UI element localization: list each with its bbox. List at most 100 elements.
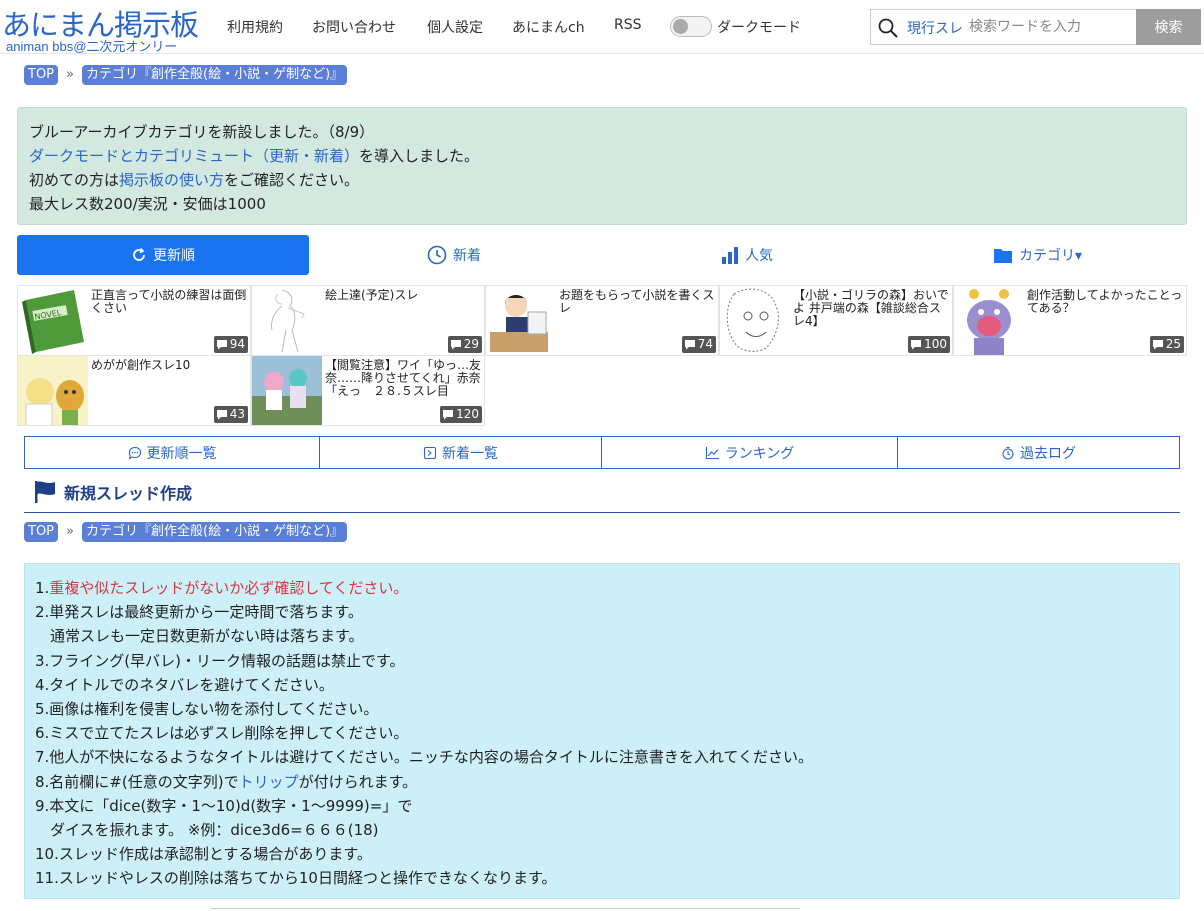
thread-card[interactable]: めがが創作スレ10 43 — [17, 355, 251, 426]
count-value: 43 — [229, 407, 245, 421]
trip-link[interactable]: トリップ — [239, 773, 299, 791]
rule-item: 9.本文に「dice(数字・1～10)d(数字・1～9999)=」で — [35, 796, 413, 815]
rule-item: 4.タイトルでのネタバレを避けてください。 — [35, 675, 334, 694]
thread-card[interactable]: 絵上達(予定)スレ 29 — [251, 285, 485, 356]
nav-ranking[interactable]: ランキング — [602, 437, 898, 468]
rule-warning: 重複や似たスレッドがないか必ず確認してください。 — [49, 579, 409, 597]
clock-icon — [427, 245, 447, 265]
trend-icon — [705, 446, 719, 459]
response-count: 94 — [213, 336, 248, 353]
notice-text: を導入しました。 — [359, 147, 480, 165]
nav-archive[interactable]: 過去ログ — [898, 437, 1179, 468]
nav-label: 過去ログ — [1020, 445, 1076, 462]
folder-icon — [994, 248, 1012, 263]
search-icon — [878, 18, 898, 38]
search-scope-select[interactable]: 現行スレ — [907, 18, 963, 38]
announcement-box: ブルーアーカイブカテゴリを新設しました。（8/9） ダークモードとカテゴリミュー… — [17, 107, 1187, 225]
nav-label: 更新順一覧 — [146, 445, 217, 462]
breadcrumb: TOP » カテゴリ『創作全般(絵・小説・ゲ制など)』 — [24, 65, 348, 85]
breadcrumb-category[interactable]: カテゴリ『創作全般(絵・小説・ゲ制など)』 — [82, 65, 348, 85]
thread-thumbnail — [954, 286, 1024, 355]
thread-title: めがが創作スレ10 — [91, 359, 191, 372]
rule-item: 6.ミスで立てたスレは必ずスレ削除を押してください。 — [35, 724, 409, 743]
rule-item: 1.重複や似たスレッドがないか必ず確認してください。 — [35, 576, 1169, 600]
toggle-knob — [673, 19, 688, 34]
tab-popular[interactable]: 人気 — [601, 235, 893, 275]
nav-label: 新着一覧 — [442, 445, 498, 462]
thread-card[interactable]: 創作活動してよかったことってある？ 25 — [953, 285, 1187, 356]
dark-mode-toggle[interactable] — [670, 16, 712, 37]
rule-item: 2.単発スレは最終更新から一定時間で落ちます。 — [35, 603, 363, 622]
refresh-icon — [133, 247, 145, 261]
search-button[interactable]: 検索 — [1136, 9, 1201, 45]
breadcrumb-category[interactable]: カテゴリ『創作全般(絵・小説・ゲ制など)』 — [82, 522, 348, 542]
response-count: 120 — [440, 406, 482, 423]
breadcrumb-top[interactable]: TOP — [24, 65, 59, 85]
tab-label: カテゴリ▾ — [1019, 248, 1083, 264]
chat-icon — [128, 446, 141, 460]
count-value: 120 — [456, 407, 479, 421]
nav-rss[interactable]: RSS — [614, 17, 642, 33]
tab-new[interactable]: 新着 — [309, 235, 601, 275]
rule-number: 1. — [35, 579, 50, 597]
site-logo[interactable]: あにまん掲示板 animan bbs@二次元オンリー — [2, 2, 207, 54]
count-value: 29 — [463, 337, 479, 351]
response-count: 29 — [447, 336, 482, 353]
notice-line: 初めての方は掲示板の使い方をご確認ください。 — [29, 168, 1175, 192]
thread-card[interactable]: お題をもらって小説を書くスレ 74 — [485, 285, 719, 356]
dark-mode-notice-link[interactable]: ダークモードとカテゴリミュート（更新・新着） — [29, 147, 359, 165]
response-count: 25 — [1149, 336, 1184, 353]
thread-title: 【閲覧注意】ワイ「ゆっ…友奈……降りさせてくれ」赤奈「えっ ２８.５スレ目 — [325, 359, 481, 398]
comment-icon — [443, 410, 454, 420]
response-count: 100 — [908, 336, 950, 353]
rule-item: 7.他人が不快になるようなタイトルは避けてください。ニッチな内容の場合タイトルに… — [35, 748, 813, 767]
rule-item: 5.画像は権利を侵害しない物を添付してください。 — [35, 699, 379, 718]
timer-icon — [1002, 446, 1014, 460]
rule-item: 11.スレッドやレスの削除は落ちてから10日間経つと操作できなくなります。 — [35, 869, 557, 888]
nav-settings[interactable]: 個人設定 — [427, 17, 483, 37]
nav-update-list[interactable]: 更新順一覧 — [25, 437, 320, 468]
comment-icon — [684, 340, 695, 350]
nav-animanch[interactable]: あにまんch — [512, 17, 585, 37]
notice-line: ブルーアーカイブカテゴリを新設しました。（8/9） — [29, 123, 375, 141]
nav-terms[interactable]: 利用規約 — [227, 17, 283, 37]
thread-card[interactable]: NOVEL 正直言って小説の練習は面倒くさい 94 — [17, 285, 251, 356]
section-divider — [24, 512, 1180, 513]
notice-line: 最大レス数200/実況・安価は1000 — [29, 195, 266, 213]
comment-icon — [1152, 340, 1163, 350]
tab-label: 新着 — [453, 248, 481, 264]
thread-thumbnail — [720, 286, 790, 355]
tab-update-order[interactable]: 更新順 — [17, 235, 309, 275]
howto-link[interactable]: 掲示板の使い方 — [119, 171, 224, 189]
thread-thumbnail — [18, 356, 88, 425]
rule-text: 8.名前欄に#(任意の文字列)で — [35, 772, 239, 791]
count-value: 25 — [1165, 337, 1181, 351]
tab-category[interactable]: カテゴリ▾ — [893, 235, 1187, 275]
count-value: 94 — [229, 337, 245, 351]
thread-title: 絵上達(予定)スレ — [325, 289, 419, 302]
comment-icon — [216, 410, 227, 420]
thread-title: お題をもらって小説を書くスレ — [559, 289, 715, 315]
breadcrumb: TOP » カテゴリ『創作全般(絵・小説・ゲ制など)』 — [24, 522, 348, 542]
rule-item: 3.フライング(早バレ)・リーク情報の話題は禁止です。 — [35, 651, 405, 670]
thread-thumbnail — [252, 286, 322, 355]
new-icon — [423, 446, 437, 459]
thread-creation-rules: 1.重複や似たスレッドがないか必ず確認してください。 2.単発スレは最終更新から… — [24, 563, 1180, 899]
breadcrumb-top[interactable]: TOP — [24, 522, 59, 542]
notice-text: 初めての方は — [29, 171, 120, 189]
rule-text: が付けられます。 — [298, 772, 418, 791]
nav-new-list[interactable]: 新着一覧 — [320, 437, 602, 468]
comment-icon — [450, 340, 461, 350]
rule-item: 10.スレッド作成は承認制とする場合があります。 — [35, 845, 372, 864]
site-header: あにまん掲示板 animan bbs@二次元オンリー 利用規約 お問い合わせ 個… — [0, 0, 1204, 54]
nav-contact[interactable]: お問い合わせ — [312, 17, 396, 37]
breadcrumb-separator: » — [66, 524, 74, 539]
thread-card[interactable]: 【閲覧注意】ワイ「ゆっ…友奈……降りさせてくれ」赤奈「えっ ２８.５スレ目 12… — [251, 355, 485, 426]
thread-title: 【小説・ゴリラの森】おいでよ 井戸端の森【雑談総合スレ4】 — [793, 289, 949, 328]
rule-item: 8.名前欄に#(任意の文字列)でトリップが付けられます。 — [35, 770, 1169, 794]
thread-card[interactable]: 【小説・ゴリラの森】おいでよ 井戸端の森【雑談総合スレ4】 100 — [719, 285, 953, 356]
count-value: 74 — [697, 337, 713, 351]
logo-subtitle: animan bbs@二次元オンリー — [6, 39, 178, 54]
breadcrumb-separator: » — [66, 67, 74, 82]
search-input[interactable] — [969, 14, 1135, 40]
